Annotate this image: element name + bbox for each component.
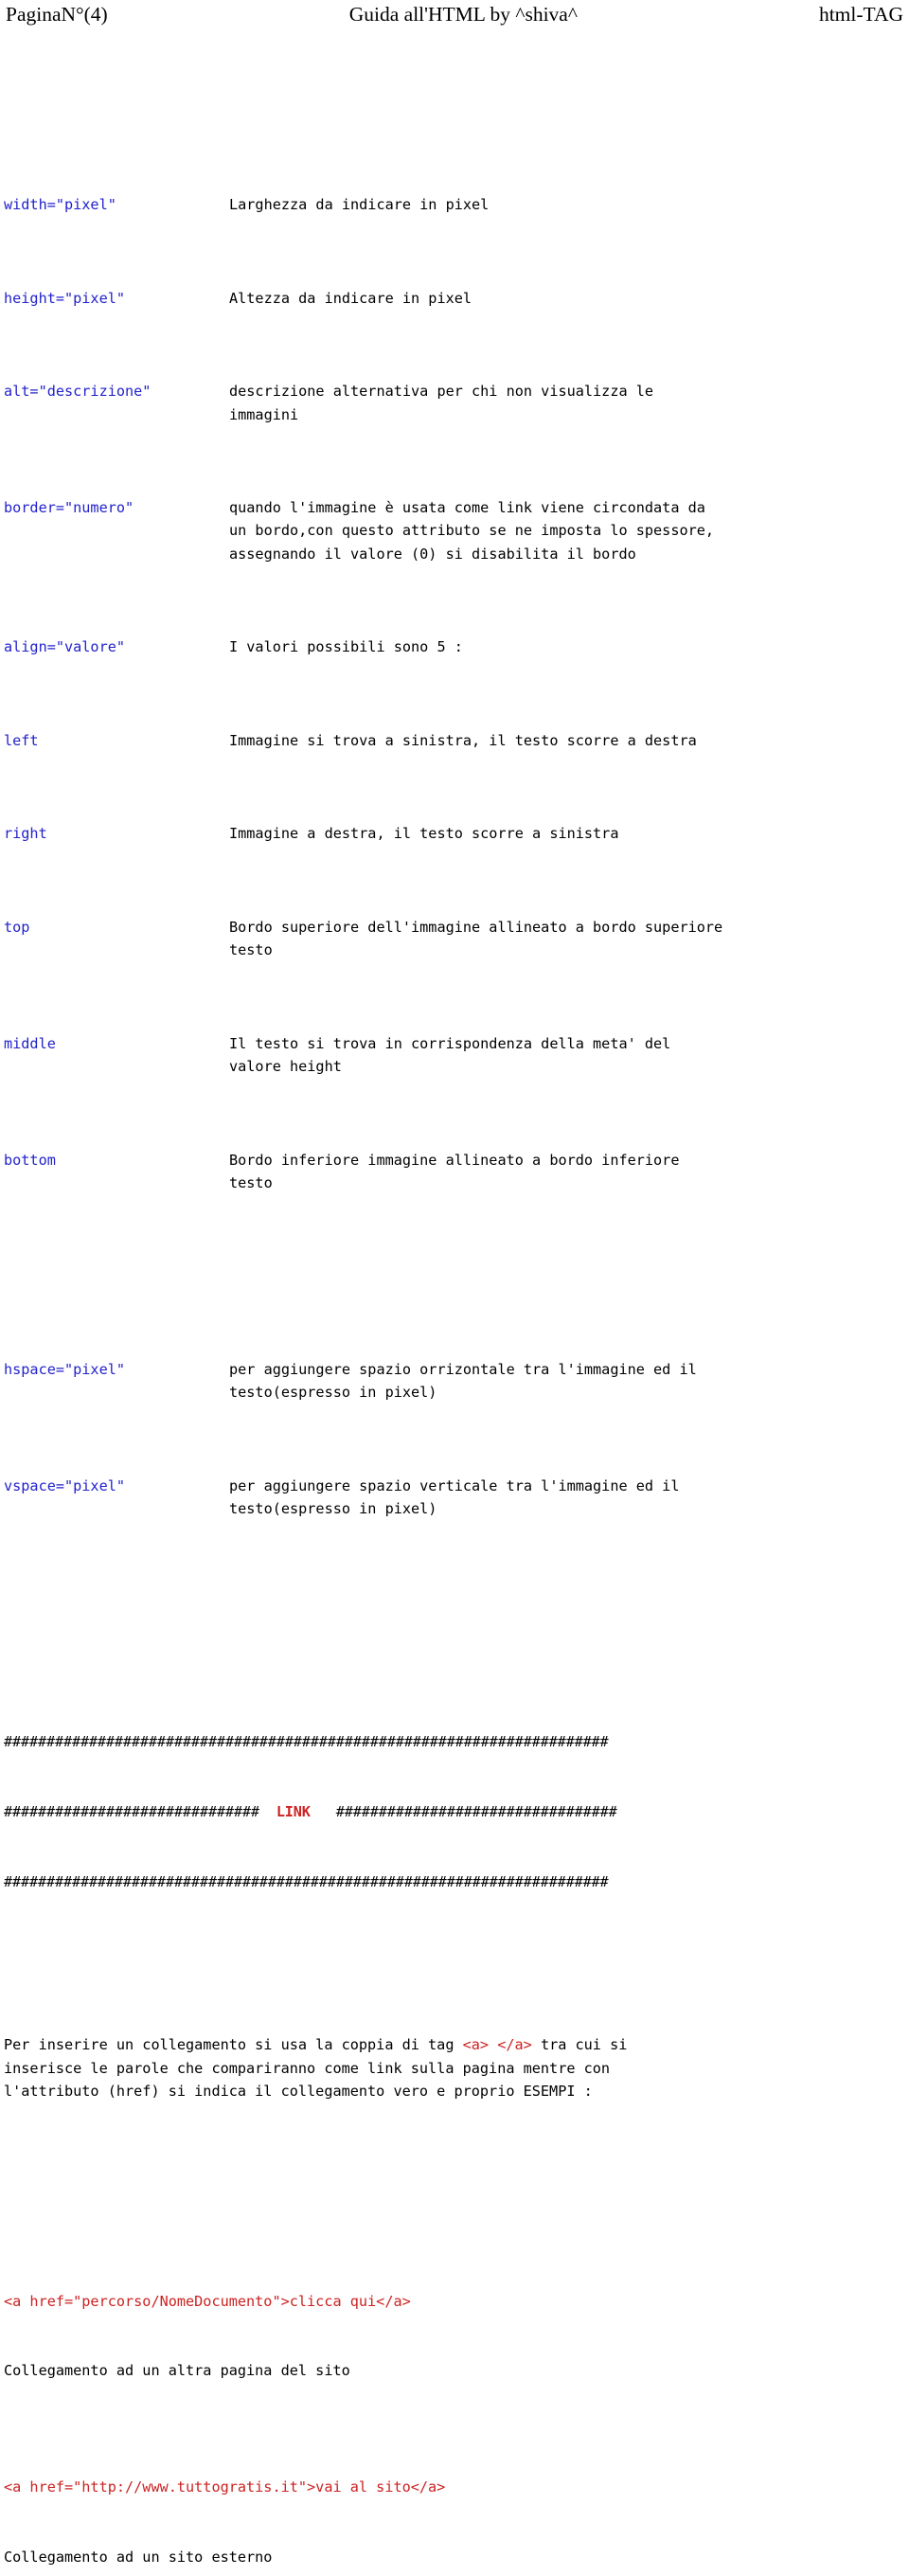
attribute-description-line: assegnando il valore (0) si disabilita i… (229, 546, 636, 564)
section-label: html-TAG (818, 3, 903, 26)
document-title: Guida all'HTML by ^shiva^ (348, 3, 578, 26)
attribute-name: hspace="pixel" (4, 1360, 126, 1378)
attribute-value-middle: middle (4, 1034, 56, 1052)
attribute-description-line: Larghezza da indicare in pixel (229, 196, 490, 214)
attribute-value-top: top (4, 918, 30, 936)
table-row: top Bordo superiore dell'immagine alline… (4, 916, 905, 962)
inline-tag-close: </a> (497, 2036, 532, 2054)
attribute-description: descrizione alternativa per chi non visu… (229, 380, 905, 426)
attribute-description-line: Il testo si trova in corrispondenza dell… (229, 1034, 671, 1052)
table-row: right Immagine a destra, il testo scorre… (4, 822, 905, 846)
table-row: alt="descrizione" descrizione alternativ… (4, 380, 905, 426)
table-row: middle Il testo si trova in corrisponden… (4, 1032, 905, 1079)
attribute-description-line: Immagine si trova a sinistra, il testo s… (229, 731, 697, 749)
attribute-description-line: un bordo,con questo attributo se ne impo… (229, 522, 715, 540)
attribute-description-line: per aggiungere spazio orrizontale tra l'… (229, 1360, 697, 1378)
table-row: bottom Bordo inferiore immagine allineat… (4, 1149, 905, 1195)
attribute-description-line: Altezza da indicare in pixel (229, 289, 472, 307)
separator-line-top: ########################################… (4, 1733, 609, 1751)
attribute-description: per aggiungere spazio orrizontale tra l'… (229, 1358, 905, 1404)
table-row-spacer (4, 1264, 905, 1288)
attribute-name: border="numero" (4, 498, 134, 516)
inline-tag-open: <a> (462, 2036, 490, 2054)
attribute-description: Larghezza da indicare in pixel (229, 193, 905, 217)
code-example-description: Collegamento ad un sito esterno (4, 2549, 273, 2567)
code-example-description: Collegamento ad un altra pagina del sito (4, 2362, 350, 2380)
table-row: border="numero" quando l'immagine è usat… (4, 496, 905, 566)
attribute-value-bottom: bottom (4, 1151, 56, 1169)
page-number-label: PaginaN°(4) (6, 3, 108, 26)
attribute-value-right: right (4, 825, 47, 843)
attribute-name: vspace="pixel" (4, 1476, 126, 1494)
intro-text-part1: Per inserire un collegamento si usa la c… (4, 2036, 463, 2054)
page-running-header: PaginaN°(4) Guida all'HTML by ^shiva^ ht… (0, 0, 909, 30)
link-intro-paragraph: Per inserire un collegamento si usa la c… (4, 2033, 905, 2103)
attribute-name: alt="descrizione" (4, 382, 152, 400)
img-attribute-table: width="pixel" Larghezza da indicare in p… (4, 123, 905, 1590)
attribute-description-line: per aggiungere spazio verticale tra l'im… (229, 1476, 680, 1494)
separator-hashes-right: ################################# (335, 1803, 617, 1821)
attribute-description: per aggiungere spazio verticale tra l'im… (229, 1475, 905, 1521)
table-row: align="valore" I valori possibili sono 5… (4, 635, 905, 659)
attribute-description-line: Bordo inferiore immagine allineato a bor… (229, 1151, 680, 1169)
separator-hashes-left: ############################## (4, 1803, 259, 1821)
table-row: width="pixel" Larghezza da indicare in p… (4, 193, 905, 217)
attribute-description: quando l'immagine è usata come link vien… (229, 496, 905, 566)
attribute-description-line: valore height (229, 1058, 342, 1076)
attribute-description-line: quando l'immagine è usata come link vien… (229, 498, 705, 516)
link-section-banner: ########################################… (4, 1684, 905, 1941)
attribute-description-line: I valori possibili sono 5 : (229, 638, 463, 656)
document-body: width="pixel" Larghezza da indicare in p… (0, 30, 909, 2576)
attribute-name: width="pixel" (4, 196, 116, 214)
attribute-description: Il testo si trova in corrispondenza dell… (229, 1032, 905, 1079)
attribute-description-line: immagini (229, 405, 299, 423)
attribute-description-line: descrizione alternativa per chi non visu… (229, 382, 654, 400)
code-example: <a href="http://www.tuttogratis.it">vai … (4, 2478, 446, 2496)
attribute-name: height="pixel" (4, 289, 126, 307)
attribute-value-left: left (4, 731, 39, 749)
separator-line-title: ############################## LINK ####… (4, 1800, 905, 1824)
code-example: <a href="percorso/NomeDocumento">clicca … (4, 2292, 411, 2310)
attribute-description: Immagine a destra, il testo scorre a sin… (229, 822, 905, 846)
section-heading-link: LINK (276, 1803, 311, 1821)
attribute-description-line: testo(espresso in pixel) (229, 1500, 437, 1518)
attribute-description: Bordo inferiore immagine allineato a bor… (229, 1149, 905, 1195)
attribute-description: Immagine si trova a sinistra, il testo s… (229, 729, 905, 753)
attribute-description-line: testo (229, 941, 273, 959)
attribute-description-line: Immagine a destra, il testo scorre a sin… (229, 825, 619, 843)
inline-tag-separator (489, 2036, 497, 2053)
attribute-description: Altezza da indicare in pixel (229, 287, 905, 311)
table-row: vspace="pixel" per aggiungere spazio ver… (4, 1475, 905, 1521)
table-row: left Immagine si trova a sinistra, il te… (4, 729, 905, 753)
attribute-description: I valori possibili sono 5 : (229, 635, 905, 659)
attribute-description-line: testo (229, 1174, 273, 1192)
attribute-description: Bordo superiore dell'immagine allineato … (229, 916, 905, 962)
table-row: hspace="pixel" per aggiungere spazio orr… (4, 1358, 905, 1404)
separator-line-bottom: ########################################… (4, 1872, 609, 1890)
attribute-description-line: testo(espresso in pixel) (229, 1384, 437, 1402)
attribute-name: align="valore" (4, 638, 126, 656)
table-row: height="pixel" Altezza da indicare in pi… (4, 287, 905, 311)
attribute-description-line: Bordo superiore dell'immagine allineato … (229, 918, 723, 936)
